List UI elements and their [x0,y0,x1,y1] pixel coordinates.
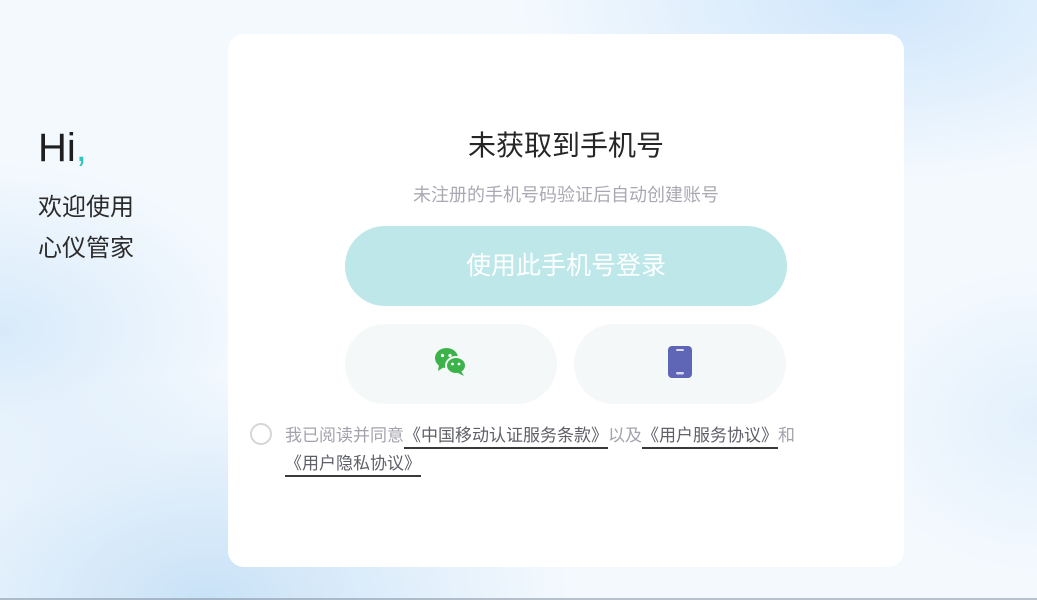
agreement-radio[interactable] [250,423,272,445]
agreement-row: 我已阅读并同意《中国移动认证服务条款》以及《用户服务协议》和《用户隐私协议》 [250,422,890,478]
phone-login-button[interactable]: 使用此手机号登录 [345,226,787,306]
user-service-agreement-link[interactable]: 《用户服务协议》 [642,426,778,446]
agreement-and: 和 [778,426,795,446]
agreement-prefix: 我已阅读并同意 [285,426,404,446]
app-name: 心仪管家 [38,234,134,262]
other-phone-login-button[interactable] [574,324,786,404]
agreement-middle: 以及 [608,426,642,446]
page-subtitle: 未注册的手机号码验证后自动创建账号 [413,185,719,206]
login-card: 未获取到手机号 未注册的手机号码验证后自动创建账号 使用此手机号登录 我已阅读并… [228,34,904,567]
agreement-text: 我已阅读并同意《中国移动认证服务条款》以及《用户服务协议》和《用户隐私协议》 [285,422,890,478]
welcome-block: Hi, 欢迎使用 心仪管家 [38,124,134,269]
greeting-comma: , [75,126,87,170]
phone-icon [667,345,693,383]
welcome-line-1: 欢迎使用 [38,193,134,221]
greeting-hi: Hi [38,126,76,170]
greeting: Hi, [38,124,134,172]
page-title: 未获取到手机号 [467,129,664,162]
wechat-login-button[interactable] [345,324,557,404]
cmcc-terms-link[interactable]: 《中国移动认证服务条款》 [404,426,608,446]
wechat-icon [433,345,469,383]
privacy-agreement-link[interactable]: 《用户隐私协议》 [285,454,421,474]
